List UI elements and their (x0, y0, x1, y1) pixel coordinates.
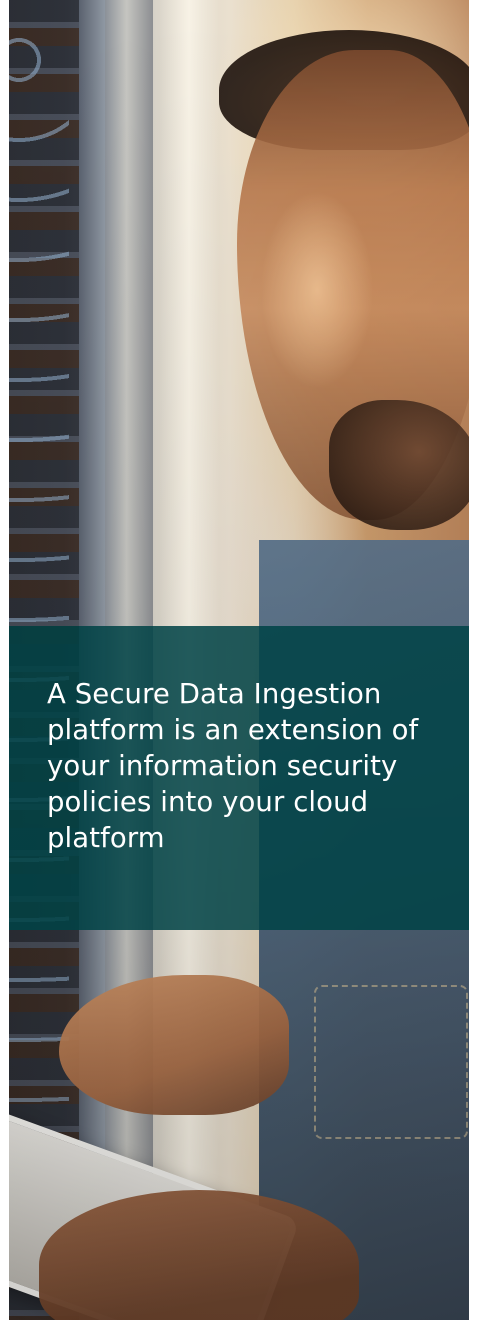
overlay-statement: A Secure Data Ingestion platform is an e… (47, 678, 419, 854)
hero-panel: A Secure Data Ingestion platform is an e… (9, 0, 469, 1320)
text-overlay-band: A Secure Data Ingestion platform is an e… (9, 626, 469, 930)
